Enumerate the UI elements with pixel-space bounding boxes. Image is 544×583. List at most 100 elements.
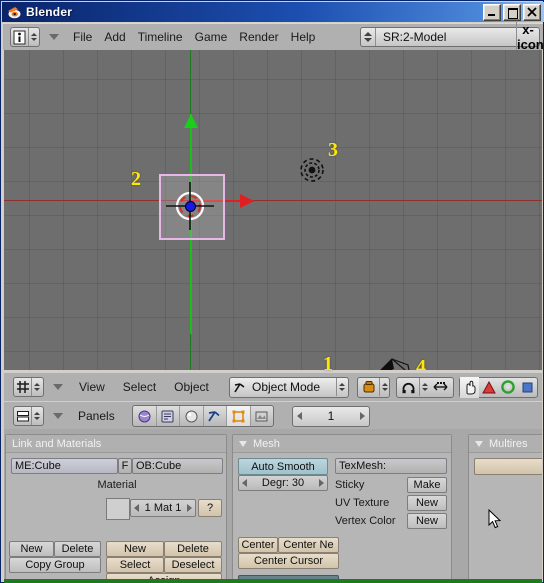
panel-multires-triangle-icon[interactable] bbox=[475, 440, 483, 447]
material-new-button[interactable]: New bbox=[106, 541, 164, 557]
transform-widget-icon[interactable] bbox=[429, 377, 451, 398]
mesh-new-button[interactable]: New bbox=[9, 541, 54, 557]
panel-mesh-triangle-icon[interactable] bbox=[239, 440, 247, 447]
pivot-spinner[interactable] bbox=[419, 378, 429, 396]
annotation-4: 4 bbox=[416, 356, 426, 370]
texmesh-field[interactable]: TexMesh: bbox=[335, 458, 447, 474]
material-prev-arrow-icon[interactable] bbox=[134, 504, 139, 512]
menu-add[interactable]: Add bbox=[98, 30, 131, 44]
frame-next-arrow-icon[interactable] bbox=[360, 412, 365, 420]
center-button[interactable]: Center bbox=[238, 537, 278, 553]
panel-mesh-label: Mesh bbox=[253, 437, 280, 450]
vertex-color-new-button[interactable]: New bbox=[407, 513, 447, 529]
manipulator-toolbar[interactable] bbox=[459, 376, 538, 398]
empty-object[interactable] bbox=[297, 155, 327, 185]
panels-collapse-icon[interactable] bbox=[53, 413, 63, 419]
script-context-icon[interactable] bbox=[251, 406, 274, 426]
multires-add-button[interactable] bbox=[474, 458, 542, 475]
annotation-3: 3 bbox=[328, 139, 338, 161]
viewport-collapse-icon[interactable] bbox=[53, 384, 63, 390]
mesh-name-field[interactable]: ME:Cube bbox=[11, 458, 118, 474]
menu-select[interactable]: Select bbox=[117, 380, 162, 394]
rotate-manipulator-icon[interactable] bbox=[479, 377, 498, 398]
menu-help[interactable]: Help bbox=[285, 30, 322, 44]
buttons-window-header: Panels 1 bbox=[4, 401, 542, 430]
material-index-field[interactable]: 1 Mat 1 bbox=[130, 499, 196, 517]
scene-context-icon[interactable] bbox=[133, 406, 157, 426]
scale-manipulator-icon[interactable] bbox=[499, 377, 518, 398]
center-new-button[interactable]: Center Ne bbox=[278, 537, 339, 553]
buttons-editor-icon[interactable] bbox=[13, 406, 44, 426]
degr-next-arrow-icon[interactable] bbox=[318, 479, 324, 487]
material-help-button[interactable]: ? bbox=[198, 499, 222, 517]
main-menu-bar: File Add Timeline Game Render Help SR:2-… bbox=[3, 22, 544, 52]
maximize-button[interactable] bbox=[503, 4, 521, 21]
material-color-swatch[interactable] bbox=[106, 498, 130, 520]
menu-panels[interactable]: Panels bbox=[72, 409, 121, 423]
title-bar: Blender bbox=[2, 2, 544, 22]
auto-smooth-button[interactable]: Auto Smooth bbox=[238, 458, 328, 475]
mouse-pointer bbox=[488, 508, 502, 530]
screen-updown-arrows-icon[interactable] bbox=[361, 28, 376, 46]
menu-game[interactable]: Game bbox=[189, 30, 234, 44]
screen-delete-x-icon[interactable]: x-icon bbox=[516, 22, 544, 52]
view-editor-type-spinner[interactable] bbox=[31, 378, 41, 396]
pivot-median-icon[interactable] bbox=[397, 377, 419, 398]
shading-context-icon[interactable] bbox=[180, 406, 204, 426]
menu-timeline[interactable]: Timeline bbox=[132, 30, 189, 44]
draw-type-spinner[interactable] bbox=[379, 378, 389, 396]
editor-type-spinner[interactable] bbox=[28, 28, 38, 46]
manipulator-hand-icon[interactable] bbox=[460, 376, 480, 398]
object-context-icon[interactable] bbox=[157, 406, 180, 426]
pivot-selector[interactable] bbox=[396, 376, 454, 398]
mode-spinner[interactable] bbox=[336, 378, 346, 396]
degr-prev-arrow-icon[interactable] bbox=[242, 479, 247, 487]
menu-collapse-icon[interactable] bbox=[49, 34, 59, 40]
close-button[interactable] bbox=[523, 4, 541, 21]
uv-texture-new-button[interactable]: New bbox=[407, 495, 447, 511]
object-name-field[interactable]: OB:Cube bbox=[132, 458, 223, 474]
layers-icon[interactable] bbox=[518, 377, 537, 398]
viewport-header: View Select Object Object Mode bbox=[4, 372, 542, 402]
panel-mesh-title[interactable]: Mesh bbox=[233, 435, 451, 453]
window-title: Blender bbox=[26, 5, 73, 19]
menu-view[interactable]: View bbox=[73, 380, 111, 394]
menu-object[interactable]: Object bbox=[168, 380, 215, 394]
auto-smooth-degree-field[interactable]: Degr: 30 bbox=[238, 475, 328, 491]
menu-file[interactable]: File bbox=[67, 30, 98, 44]
interaction-mode-selector[interactable]: Object Mode bbox=[229, 376, 349, 398]
material-select-button[interactable]: Select bbox=[106, 557, 164, 573]
grid-editor-icon[interactable] bbox=[13, 377, 44, 397]
material-deselect-button[interactable]: Deselect bbox=[164, 557, 222, 573]
center-cursor-button[interactable]: Center Cursor bbox=[238, 553, 339, 569]
context-button-row[interactable] bbox=[132, 405, 274, 427]
screen-selector[interactable]: SR:2-Model x-icon bbox=[360, 22, 544, 52]
mesh-delete-button[interactable]: Delete bbox=[54, 541, 101, 557]
3d-viewport[interactable]: y x (1) Cube 2 3 4 bbox=[4, 50, 542, 370]
copy-group-button[interactable]: Copy Group bbox=[9, 557, 101, 573]
minimize-button[interactable] bbox=[483, 4, 501, 21]
buttons-editor-type-spinner[interactable] bbox=[31, 407, 41, 425]
panel-mesh: Mesh Auto Smooth Degr: 30 TexMesh: Stick… bbox=[232, 434, 452, 581]
viewport-grid bbox=[4, 50, 542, 370]
editing-context-icon[interactable] bbox=[227, 406, 251, 426]
shaded-draw-type-icon[interactable] bbox=[358, 377, 379, 398]
panel-multires-label: Multires bbox=[489, 437, 528, 450]
uv-texture-label: UV Texture bbox=[335, 497, 390, 509]
draw-type-selector[interactable] bbox=[357, 376, 390, 398]
panel-multires-title[interactable]: Multires bbox=[469, 435, 542, 453]
sticky-make-button[interactable]: Make bbox=[407, 477, 447, 493]
menu-render[interactable]: Render bbox=[233, 30, 284, 44]
annotation-2: 2 bbox=[131, 168, 141, 190]
camera-object[interactable] bbox=[372, 353, 422, 370]
window-frame: Blender File Add Timeline Game Render He… bbox=[0, 0, 544, 583]
object-data-context-icon[interactable] bbox=[204, 406, 227, 426]
panel-link-materials-title[interactable]: Link and Materials bbox=[6, 435, 226, 453]
material-index-value: 1 Mat 1 bbox=[144, 502, 182, 514]
material-next-arrow-icon[interactable] bbox=[187, 504, 192, 512]
screen-name-value[interactable]: SR:2-Model bbox=[376, 30, 516, 44]
info-editor-icon[interactable] bbox=[10, 27, 40, 47]
frame-number-field[interactable]: 1 bbox=[292, 405, 370, 427]
fake-user-button[interactable]: F bbox=[118, 458, 132, 474]
material-delete-button[interactable]: Delete bbox=[164, 541, 222, 557]
